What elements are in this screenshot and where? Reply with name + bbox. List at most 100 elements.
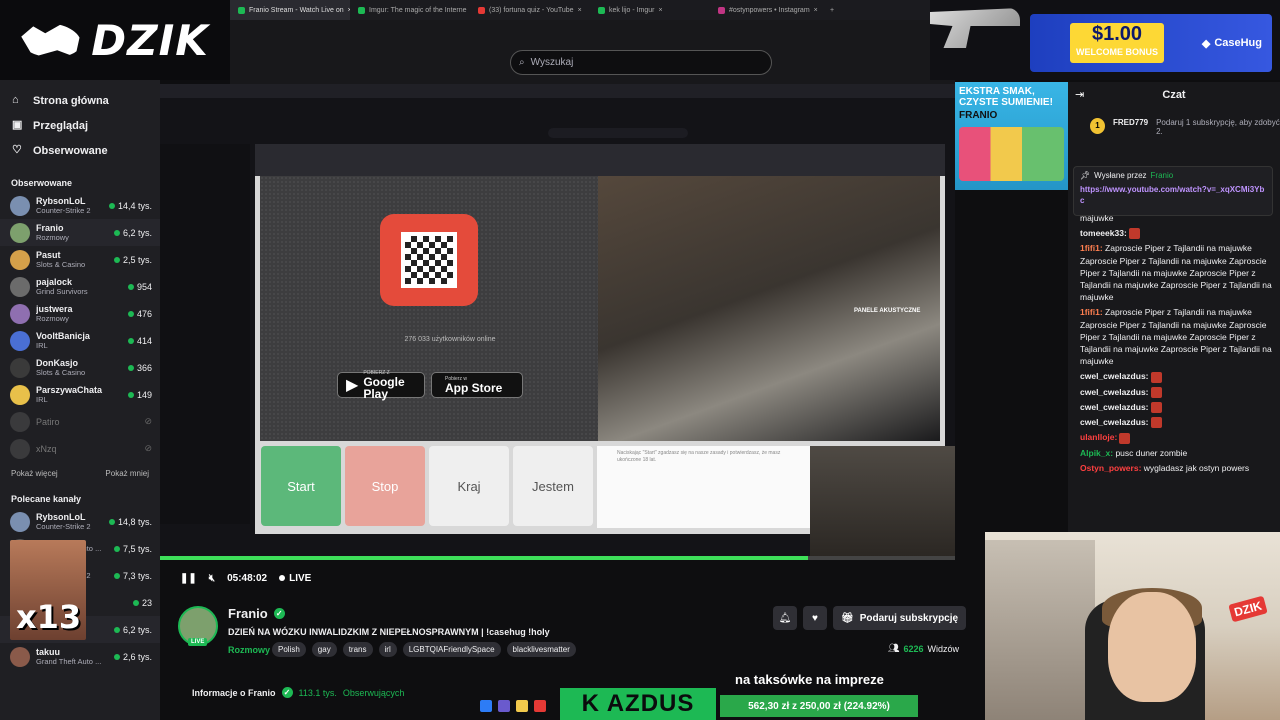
channel-avatar bbox=[10, 249, 30, 270]
notification-bell-button[interactable]: 🔔︎ bbox=[773, 606, 797, 630]
channel-name: pajalock bbox=[36, 277, 73, 287]
nav-item-label: Przeglądaj bbox=[33, 119, 89, 132]
ometv-tv-logo bbox=[380, 214, 478, 306]
chat-message: cwel_cwelazdus: bbox=[1080, 370, 1276, 383]
browser-tab-strip: Franio Stream - Watch Live on × Imgur: The… bbox=[230, 0, 930, 20]
search-input[interactable]: ⌕ Wyszukaj bbox=[510, 50, 772, 75]
channel-meta: RybsonLoL Counter-Strike 2 bbox=[36, 512, 103, 531]
top-gifter-name[interactable]: FRED779 bbox=[1113, 118, 1148, 136]
channel-category: IRL bbox=[36, 341, 48, 350]
captured-sidebar bbox=[160, 144, 250, 524]
tab-close-icon[interactable]: × bbox=[814, 7, 818, 14]
sidebar-channel[interactable]: Patiro ⊘ bbox=[0, 408, 160, 435]
stream-tag[interactable]: blacklivesmatter bbox=[506, 642, 576, 657]
show-more-link[interactable]: Pokaż więcej bbox=[11, 469, 58, 478]
pinned-by-user: Franio bbox=[1150, 171, 1174, 180]
verified-icon: ✓ bbox=[273, 608, 285, 619]
casehug-brand-label: CaseHug bbox=[1214, 37, 1262, 49]
channel-category: Grind Survivors bbox=[36, 287, 88, 296]
ometv-gender-button: Jestem bbox=[513, 446, 593, 526]
follower-label: Obserwujących bbox=[342, 687, 405, 698]
casehug-ad-banner[interactable]: $1.00 WELCOME BONUS ◆ CaseHug bbox=[1030, 14, 1272, 72]
pin-icon: 📌︎ bbox=[1080, 171, 1091, 180]
channel-meta: xNzq bbox=[36, 444, 138, 454]
chat-username[interactable]: tomeeek33: bbox=[1080, 228, 1127, 238]
chat-message-text: Zaproscie Piper z Tajlandii na majuwke Z… bbox=[1080, 307, 1272, 367]
channel-meta: pajalock Grind Survivors bbox=[36, 277, 122, 296]
dzik-logo[interactable]: DZIK bbox=[0, 0, 230, 80]
new-tab-icon[interactable]: + bbox=[830, 7, 834, 14]
stream-time: 05:48:02 bbox=[227, 572, 268, 584]
chat-username[interactable]: Alpik_x: bbox=[1080, 448, 1113, 458]
follow-button[interactable]: ♥ bbox=[803, 606, 827, 630]
viewer-count-label: 2,6 tys. bbox=[122, 651, 152, 662]
streamer-name[interactable]: Franio bbox=[228, 606, 268, 621]
stream-category[interactable]: Rozmowy bbox=[228, 645, 270, 655]
video-player[interactable]: 276 033 użytkowników online ▶ POBIERZ ZG… bbox=[160, 84, 955, 560]
stream-tag[interactable]: trans bbox=[342, 642, 373, 657]
nav-item[interactable]: ▣ Przeglądaj bbox=[0, 113, 160, 138]
tab-close-icon[interactable]: × bbox=[578, 7, 582, 14]
channel-avatar bbox=[10, 357, 30, 378]
sidebar-channel[interactable]: DonKasjo Slots & Casino 366 bbox=[0, 354, 160, 381]
sidebar-channel[interactable]: pajalock Grind Survivors 954 bbox=[0, 273, 160, 300]
sidebar-channel[interactable]: xNzq ⊘ bbox=[0, 435, 160, 462]
channel-name: VooltBanicja bbox=[36, 331, 90, 341]
chat-title: Czat bbox=[1162, 89, 1186, 101]
nav-item[interactable]: ⌂ Strona główna bbox=[0, 88, 160, 113]
sidebar-channel[interactable]: VooltBanicja IRL 414 bbox=[0, 327, 160, 354]
tab-favicon-icon bbox=[718, 6, 725, 14]
app-icon bbox=[534, 700, 546, 712]
stream-tag[interactable]: irl bbox=[378, 642, 397, 657]
sidebar-channel[interactable]: RybsonLoL Counter-Strike 2 14,8 tys. bbox=[0, 508, 160, 535]
browser-tab[interactable]: (33) fortuna quiz - YouTube × bbox=[470, 0, 590, 20]
gift-sub-button[interactable]: 🎁︎ Podaruj subskrypcję bbox=[833, 606, 967, 630]
casehug-brand: ◆ CaseHug bbox=[1202, 37, 1262, 50]
chat-username[interactable]: Ostyn_powers: bbox=[1080, 463, 1141, 473]
live-label: LIVE bbox=[289, 572, 312, 584]
chat-username[interactable]: 1fifi1: bbox=[1080, 243, 1103, 253]
franio-ad-slogan: EKSTRA SMAK, CZYSTE SUMIENIE! bbox=[959, 86, 1053, 108]
tab-favicon-icon bbox=[358, 6, 365, 14]
browser-tab[interactable]: Franio Stream - Watch Live on × bbox=[230, 0, 350, 20]
sidebar-channel[interactable]: justwera Rozmowy 476 bbox=[0, 300, 160, 327]
sidebar-channel[interactable]: Pasut Slots & Casino 2,5 tys. bbox=[0, 246, 160, 273]
tab-close-icon[interactable]: × bbox=[659, 7, 663, 14]
viewer-count-label: 7,3 tys. bbox=[122, 570, 152, 581]
chat-username[interactable]: cwel_cwelazdus: bbox=[1080, 402, 1149, 412]
channel-avatar bbox=[10, 646, 30, 667]
browser-tab[interactable]: kek lijo - Imgur × bbox=[590, 0, 710, 20]
stream-tag[interactable]: LGBTQIAFriendlySpace bbox=[402, 642, 501, 657]
nav-item[interactable]: ♡ Obserwowane bbox=[0, 138, 160, 163]
channel-viewers: 476 bbox=[127, 309, 152, 319]
live-dot-icon bbox=[108, 202, 115, 209]
browser-tab-label: Imgur: The magic of the Interne bbox=[369, 6, 467, 14]
channel-meta: justwera Rozmowy bbox=[36, 304, 122, 323]
chat-emote-icon bbox=[1150, 402, 1162, 414]
show-less-link[interactable]: Pokaż mniej bbox=[105, 469, 149, 478]
live-dot-icon bbox=[113, 256, 120, 263]
heart-icon: ♥ bbox=[812, 612, 818, 624]
browser-tab[interactable]: Imgur: The magic of the Interne× bbox=[350, 0, 470, 20]
sidebar-channel[interactable]: takuu Grand Theft Auto ... 2,6 tys. bbox=[0, 643, 160, 670]
stream-tag[interactable]: gay bbox=[311, 642, 337, 657]
gift-sub-prompt[interactable]: Podaruj 1 subskrypcję, aby zdobyć 2. bbox=[1156, 118, 1280, 136]
mute-icon[interactable]: 🔇︎ bbox=[209, 573, 215, 584]
sidebar-channel[interactable]: RybsonLoL Counter-Strike 2 14,4 tys. bbox=[0, 192, 160, 219]
chat-username[interactable]: cwel_cwelazdus: bbox=[1080, 371, 1149, 381]
live-dot-icon bbox=[113, 229, 120, 236]
pinned-link[interactable]: https://www.youtube.com/watch?v=_xqXCMi3… bbox=[1080, 184, 1266, 206]
pause-icon[interactable]: ❚❚ bbox=[180, 573, 197, 584]
sidebar-channel[interactable]: FranioRozmowy 6,2 tys. bbox=[0, 219, 160, 246]
chat-username[interactable]: cwel_cwelazdus: bbox=[1080, 417, 1149, 427]
sidebar-channel[interactable]: ParszywaChata IRL 149 bbox=[0, 381, 160, 408]
goal-title: na taksówke na impreze bbox=[735, 672, 884, 687]
chat-username[interactable]: ulanlloje: bbox=[1080, 432, 1117, 442]
channel-category: Slots & Casino bbox=[36, 368, 86, 377]
chat-username[interactable]: cwel_cwelazdus: bbox=[1080, 387, 1149, 397]
browser-tab[interactable]: #ostynpowers • Instagram × bbox=[710, 0, 830, 20]
viewer-count-label: 366 bbox=[136, 362, 152, 373]
stream-tag[interactable]: Polish bbox=[272, 642, 306, 657]
chat-username[interactable]: 1fifi1: bbox=[1080, 307, 1103, 317]
app-store-label: App Store bbox=[445, 381, 503, 395]
